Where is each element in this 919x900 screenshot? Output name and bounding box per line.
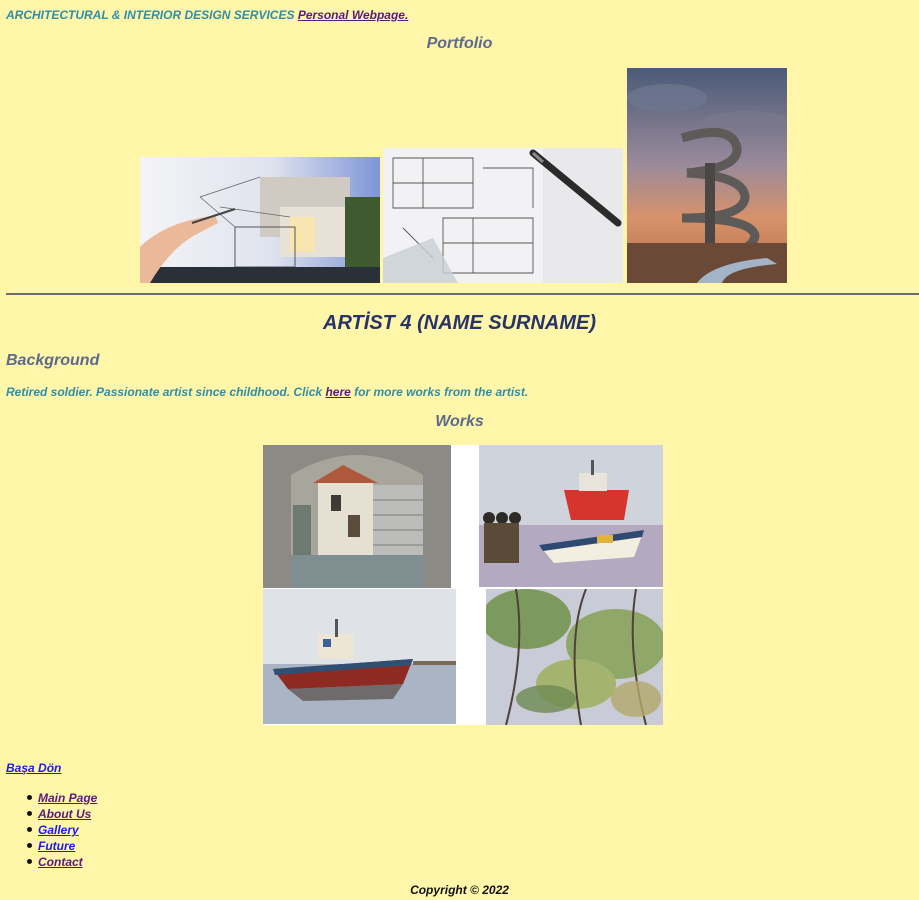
architect-sketch-photo <box>140 157 380 283</box>
header-tagline: ARCHITECTURAL & INTERIOR DESIGN SERVICES <box>6 8 295 22</box>
bio-text-end: for more works from the artist. <box>350 385 529 399</box>
future-link[interactable]: Future <box>38 839 75 853</box>
personal-webpage-link[interactable]: Personal Webpage. <box>298 8 408 22</box>
main-page-link[interactable]: Main Page <box>38 791 97 805</box>
painting-stone-alley <box>263 445 451 588</box>
nav-item-contact: Contact <box>6 854 97 870</box>
more-works-link[interactable]: here <box>325 385 350 399</box>
site-header: ARCHITECTURAL & INTERIOR DESIGN SERVICES… <box>6 8 408 22</box>
artist-bio: Retired soldier. Passionate artist since… <box>6 385 528 399</box>
section-divider <box>6 293 919 295</box>
nav-item-main-page: Main Page <box>6 790 97 806</box>
nav-item-about-us: About Us <box>6 806 97 822</box>
blueprint-pen-photo <box>383 148 623 283</box>
nav-item-gallery: Gallery <box>6 822 97 838</box>
contact-link[interactable]: Contact <box>38 855 83 869</box>
works-heading: Works <box>435 413 484 430</box>
painting-red-boats <box>479 445 663 587</box>
painting-fishing-boat <box>263 589 456 724</box>
gallery-link[interactable]: Gallery <box>38 823 79 837</box>
painting-willow-trees <box>486 589 663 725</box>
copyright-text: Copyright © 2022 <box>410 883 509 897</box>
background-heading: Background <box>6 352 100 369</box>
back-to-top-link[interactable]: Başa Dön <box>6 761 61 775</box>
spiral-tower-photo <box>627 68 787 283</box>
bio-text-start: Retired soldier. Passionate artist since… <box>6 385 326 399</box>
nav-item-future: Future <box>6 838 97 854</box>
footer-nav: Main Page About Us Gallery Future Contac… <box>6 790 97 870</box>
artist-title: ARTİST 4 (NAME SURNAME) <box>323 312 596 334</box>
portfolio-heading: Portfolio <box>426 35 493 52</box>
about-us-link[interactable]: About Us <box>38 807 91 821</box>
